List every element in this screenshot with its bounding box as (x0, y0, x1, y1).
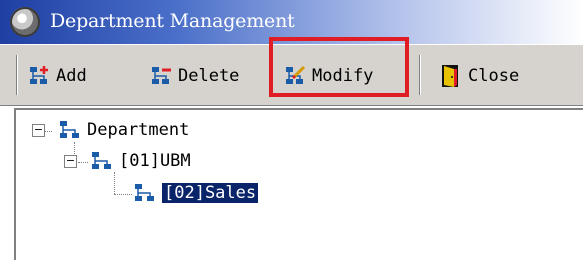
toolbar-separator (419, 55, 420, 95)
add-department-icon (30, 66, 48, 84)
add-button-label: Add (56, 66, 87, 86)
tree-node-label: [01]UBM (119, 151, 191, 171)
modify-button[interactable]: Modify (284, 59, 373, 93)
close-button-label: Close (468, 66, 520, 86)
tree-node-sales[interactable]: [02]Sales (134, 183, 259, 203)
department-tree[interactable]: − Department − [01]UBM [02]Sales (14, 108, 583, 260)
add-button[interactable]: Add (28, 59, 87, 93)
collapse-toggle-icon[interactable]: − (64, 154, 77, 168)
department-folder-icon (135, 184, 154, 201)
department-folder-icon (92, 152, 111, 169)
tree-connector (114, 194, 132, 195)
close-button[interactable]: Close (440, 59, 519, 93)
tree-node-label-selected: [02]Sales (162, 183, 259, 203)
tree-node-root[interactable]: − Department (32, 120, 189, 140)
department-management-window: Department Management Add Delete Modify … (0, 0, 583, 260)
tree-connector (114, 172, 115, 194)
title-bar[interactable]: Department Management (0, 0, 583, 44)
door-exit-icon (442, 65, 458, 87)
window-title: Department Management (50, 10, 295, 32)
tree-node-label: Department (87, 120, 190, 140)
delete-button-label: Delete (178, 66, 240, 86)
delete-department-icon (152, 67, 171, 84)
collapse-toggle-icon[interactable]: − (32, 123, 45, 137)
toolbar-grip (16, 55, 17, 95)
modify-button-label: Modify (312, 66, 374, 86)
modify-department-icon (286, 65, 306, 84)
toolbar: Add Delete Modify Close (0, 44, 583, 106)
app-globe-icon (10, 7, 40, 37)
tree-node-ubm[interactable]: − [01]UBM (64, 151, 191, 171)
department-folder-icon (60, 121, 79, 138)
delete-button[interactable]: Delete (150, 59, 239, 93)
